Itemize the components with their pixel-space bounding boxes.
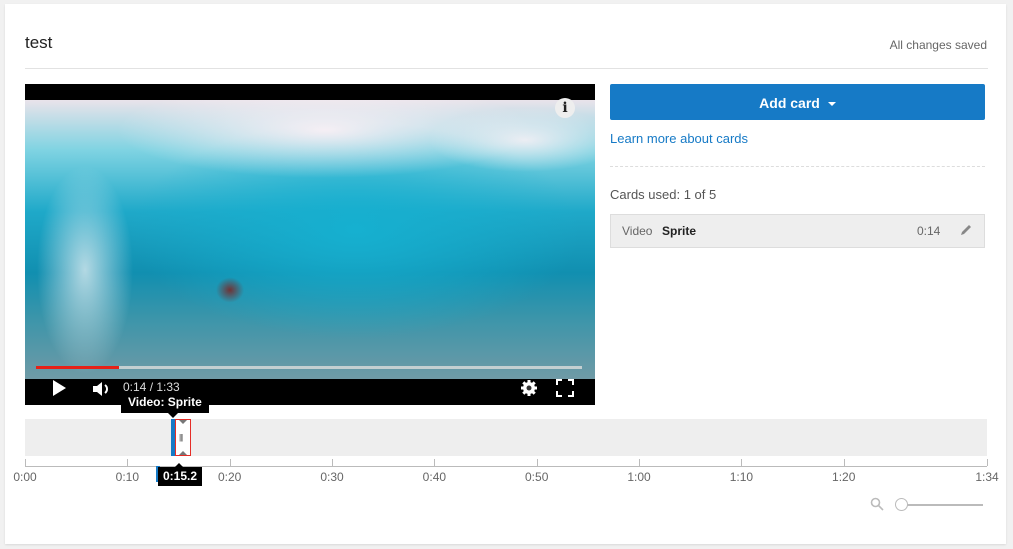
timeline-tick — [536, 459, 538, 466]
pencil-icon[interactable] — [959, 223, 973, 242]
add-card-button[interactable]: Add card — [610, 84, 985, 120]
zoom-slider[interactable] — [901, 504, 983, 506]
timeline-tick-label: 0:40 — [422, 470, 447, 484]
card-marker-handle[interactable]: ||| — [175, 419, 191, 456]
timeline-tick — [229, 459, 231, 466]
timeline-tick — [127, 459, 129, 466]
timeline-tick — [434, 459, 436, 466]
player-controls: 0:14 / 1:33 — [25, 374, 595, 405]
cursor-time-badge: 0:15.2 — [158, 463, 203, 486]
timeline-tick — [332, 459, 334, 466]
timeline-tick-label: 0:20 — [217, 470, 242, 484]
timeline-track[interactable] — [25, 419, 987, 456]
learn-more-link[interactable]: Learn more about cards — [610, 131, 748, 146]
play-icon[interactable] — [53, 380, 66, 396]
marker-arrow-down-icon — [179, 451, 187, 455]
card-tooltip: Video: Sprite — [121, 392, 209, 418]
timeline-tick-label: 1:34 — [975, 470, 999, 484]
card-list-item[interactable]: Video Sprite 0:14 — [610, 214, 985, 248]
timeline-tick-label: 0:10 — [115, 470, 140, 484]
timeline-tick — [741, 459, 743, 466]
page-title: test — [25, 33, 53, 52]
section-divider — [610, 166, 985, 167]
video-player[interactable]: i 0:14 / 1:33 — [25, 84, 595, 405]
save-status: All changes saved — [889, 38, 987, 52]
zoom-icon — [870, 497, 884, 516]
gear-icon[interactable] — [520, 379, 538, 402]
timeline-tick-label: 0:00 — [13, 470, 37, 484]
volume-icon[interactable] — [91, 379, 113, 404]
card-type: Video — [622, 224, 653, 238]
timeline-tick — [987, 459, 988, 466]
timeline-tick-label: 0:50 — [525, 470, 549, 484]
grip-icon: ||| — [179, 433, 183, 442]
card-name: Sprite — [662, 224, 697, 238]
timeline-tick — [639, 459, 641, 466]
cards-used-count: Cards used: 1 of 5 — [610, 187, 717, 202]
caret-down-icon — [827, 102, 836, 107]
zoom-slider-thumb[interactable] — [895, 498, 908, 511]
timeline-tick-label: 1:10 — [729, 470, 754, 484]
video-progress-bar[interactable] — [36, 366, 582, 369]
fullscreen-icon[interactable] — [556, 379, 574, 402]
timeline-tick-label: 1:00 — [627, 470, 651, 484]
timeline-tick-label: 0:30 — [320, 470, 344, 484]
header-divider — [25, 68, 988, 69]
marker-arrow-up-icon — [179, 420, 187, 424]
info-icon[interactable]: i — [555, 98, 575, 118]
timeline-tick — [843, 459, 845, 466]
add-card-label: Add card — [759, 95, 820, 111]
card-time: 0:14 — [917, 224, 941, 238]
timeline-tick-label: 1:20 — [832, 470, 856, 484]
timeline-tick — [25, 459, 26, 466]
video-frame[interactable] — [25, 100, 595, 379]
video-progress-fill — [36, 366, 119, 369]
